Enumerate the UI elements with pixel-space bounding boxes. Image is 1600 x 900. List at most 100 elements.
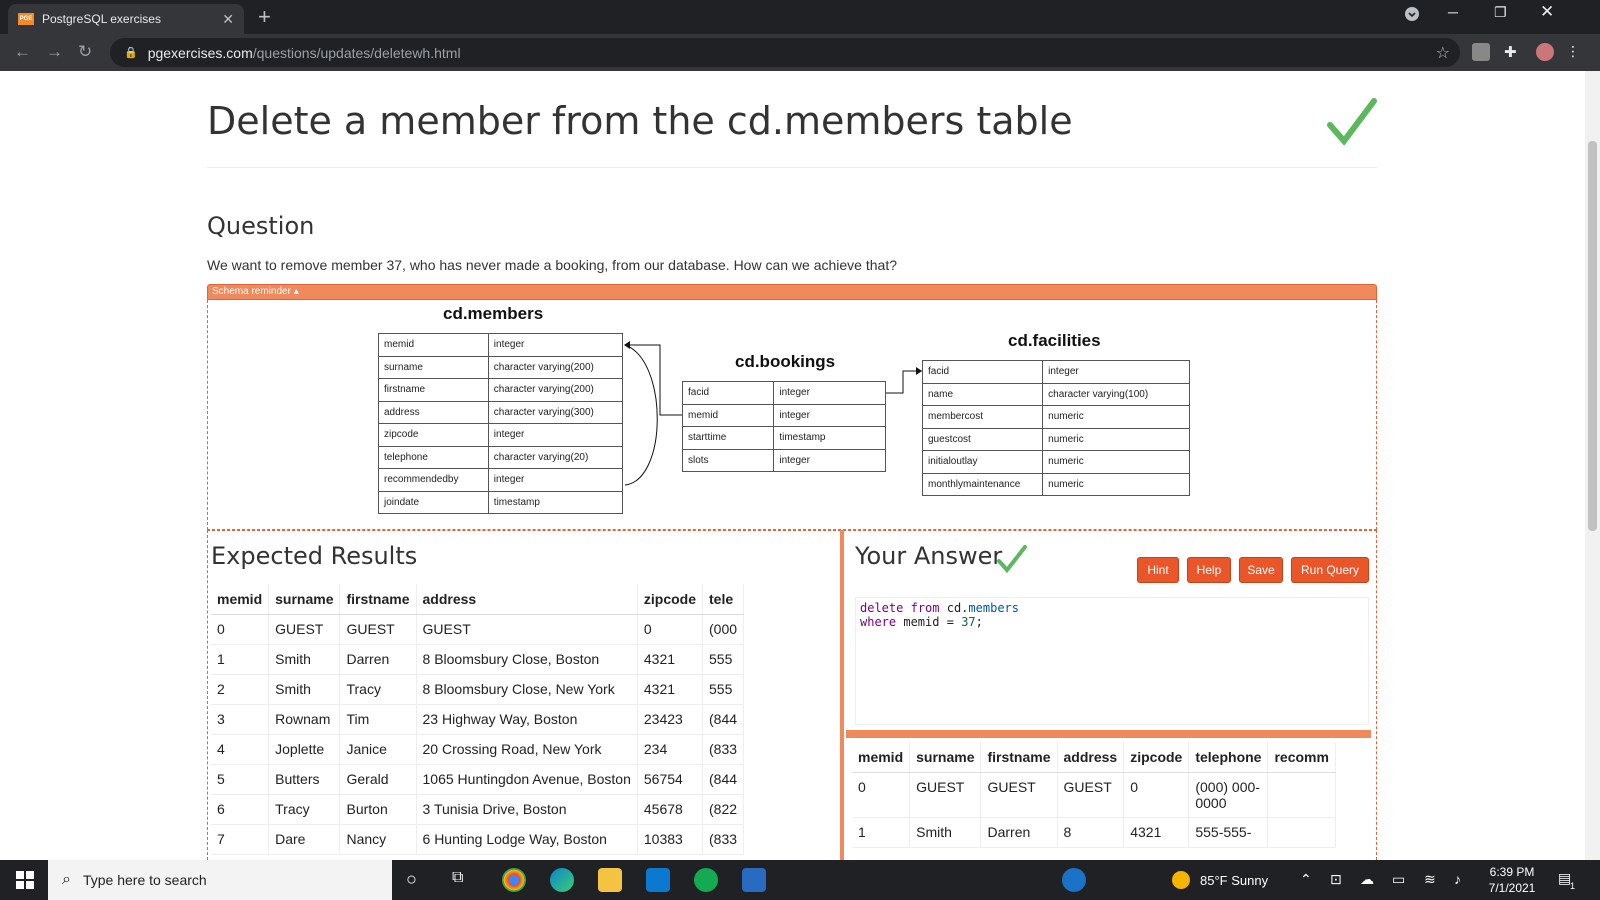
your-answer-heading: Your Answer (855, 542, 1003, 570)
taskbar-search[interactable]: ⌕ Type here to search (48, 860, 392, 900)
reload-icon[interactable]: ↻ (78, 42, 92, 62)
table-row: 3 Rownam Tim 23 Highway Way, Boston 23423 (84… (211, 704, 745, 735)
table-row: 5 Butters Gerald 1065 Huntingdon Avenue, Bo… (211, 764, 745, 795)
column-header: zipcode (637, 584, 704, 615)
restore-icon[interactable]: ❐ (1494, 4, 1507, 21)
table-cell: 0 (852, 772, 911, 818)
sql-editor[interactable]: delete from cd.members where memid = 37; (855, 597, 1369, 725)
table-cell: (833 (702, 734, 745, 765)
meet-icon[interactable]: ⊡ (1330, 871, 1342, 888)
puzzle-extensions-icon[interactable]: ✚ (1504, 43, 1522, 61)
table-cell: (822 (702, 794, 745, 825)
table-cell: 1 (211, 644, 270, 675)
bookmark-star-icon[interactable]: ☆ (1436, 43, 1450, 63)
expected-results-scroll[interactable]: memid surname firstname address zipcode tele … (211, 584, 838, 860)
pge-favicon-icon: PGE (18, 13, 34, 25)
back-icon[interactable]: ← (14, 42, 31, 62)
table-cell: 4321 (637, 674, 704, 705)
table-row: 6 Tracy Burton 3 Tunisia Drive, Boston 45678… (211, 794, 745, 825)
vscode-icon[interactable] (646, 868, 670, 892)
editor-results-splitter[interactable] (846, 730, 1371, 738)
table-cell: Burton (339, 794, 417, 825)
hint-button[interactable]: Hint (1137, 557, 1179, 583)
browser-tab[interactable]: PGE PostgreSQL exercises ✕ (8, 4, 244, 34)
table-cell: 0 (1123, 772, 1190, 818)
expected-results-pane: Expected Results memid surname firstname ad… (207, 530, 844, 860)
forward-icon[interactable]: → (46, 42, 63, 62)
table-cell: 4321 (1123, 817, 1190, 848)
windows-taskbar: ⌕ Type here to search ○ ⧉ 85°F Sunny ⌃ ⊡… (0, 860, 1600, 900)
wifi-icon[interactable]: ≋ (1424, 871, 1436, 888)
mongodb-icon[interactable] (694, 868, 718, 892)
profile-avatar[interactable] (1536, 43, 1554, 61)
table-cell: 555 (702, 644, 745, 675)
save-button[interactable]: Save (1239, 557, 1283, 583)
table-cell: 45678 (637, 794, 704, 825)
table-cell: Butters (268, 764, 341, 795)
lock-icon: 🔒 (124, 47, 138, 59)
tab-search-icon[interactable] (1404, 6, 1420, 25)
table-cell: 3 (211, 704, 270, 735)
chevron-up-icon[interactable]: ⌃ (1300, 871, 1312, 888)
table-cell: Smith (909, 817, 982, 848)
expected-results-heading: Expected Results (211, 542, 418, 570)
new-tab-icon[interactable]: + (258, 4, 271, 30)
minimize-icon[interactable]: ─ (1448, 4, 1458, 20)
table-cell: Dare (268, 824, 341, 855)
help-app-icon[interactable] (1062, 868, 1086, 892)
battery-icon[interactable]: ▭ (1392, 871, 1405, 888)
column-header: address (416, 584, 638, 615)
task-view-icon[interactable]: ⧉ (452, 869, 463, 887)
table-cell: Tracy (339, 674, 417, 705)
table-cell: GUEST (268, 614, 341, 645)
table-cell: 6 (211, 794, 270, 825)
file-explorer-icon[interactable] (598, 868, 622, 892)
close-tab-icon[interactable]: ✕ (222, 11, 234, 28)
table-cell: 8 Bloomsbury Close, New York (416, 674, 638, 705)
table-cell: GUEST (339, 614, 417, 645)
table-cell: 8 Bloomsbury Close, Boston (416, 644, 638, 675)
table-cell: 1 (852, 817, 911, 848)
scrollbar-thumb[interactable] (1588, 141, 1597, 531)
table-cell: Nancy (339, 824, 417, 855)
table-cell: (844 (702, 764, 745, 795)
address-bar[interactable]: 🔒 pgexercises.com/questions/updates/dele… (110, 38, 1460, 67)
table-cell: 1065 Huntingdon Avenue, Boston (416, 764, 638, 795)
answer-results-scroll[interactable]: memid surname firstname address zipcode telep… (852, 742, 1374, 860)
menu-kebab-icon[interactable]: ⋮ (1566, 43, 1584, 61)
table-cell: GUEST (416, 614, 638, 645)
extension-icon[interactable] (1472, 43, 1490, 61)
code-operator: = (946, 615, 954, 629)
browser-tab-strip: PGE PostgreSQL exercises ✕ + ─ ❐ ✕ (0, 0, 1600, 34)
weather-widget[interactable]: 85°F Sunny (1172, 860, 1268, 900)
chrome-icon[interactable] (502, 868, 526, 892)
onedrive-icon[interactable]: ☁ (1360, 871, 1374, 888)
table-cell: Smith (268, 674, 341, 705)
volume-icon[interactable]: ♪ (1454, 871, 1461, 887)
edge-icon[interactable] (550, 868, 574, 892)
help-button[interactable]: Help (1187, 557, 1231, 583)
divider (207, 167, 1377, 168)
table-cell: 555-555- (1188, 817, 1269, 848)
window-close-icon[interactable]: ✕ (1540, 2, 1554, 22)
table-cell: 0 (211, 614, 270, 645)
column-header: tele (702, 584, 745, 615)
run-query-button[interactable]: Run Query (1291, 557, 1369, 583)
table-cell: 4321 (637, 644, 704, 675)
cortana-icon[interactable]: ○ (406, 869, 417, 890)
table-cell: 5 (211, 764, 270, 795)
page-scrollbar[interactable] (1585, 71, 1600, 860)
table-cell: Joplette (268, 734, 341, 765)
clock-date: 7/1/2021 (1488, 881, 1536, 895)
table-cell: GUEST (909, 772, 982, 818)
windows-start-icon[interactable] (16, 871, 34, 894)
url-path: /questions/updates/deletewh.html (252, 44, 461, 61)
schema-reminder-toggle[interactable]: Schema reminder ▴ (207, 284, 1377, 300)
answer-check-icon (997, 545, 1027, 574)
column-header: memid (211, 584, 270, 615)
photos-icon[interactable] (742, 868, 766, 892)
table-cell: 3 Tunisia Drive, Boston (416, 794, 638, 825)
column-header: firstname (339, 584, 417, 615)
table-cell: Tracy (268, 794, 341, 825)
clock[interactable]: 6:39 PM 7/1/2021 (1482, 864, 1542, 896)
